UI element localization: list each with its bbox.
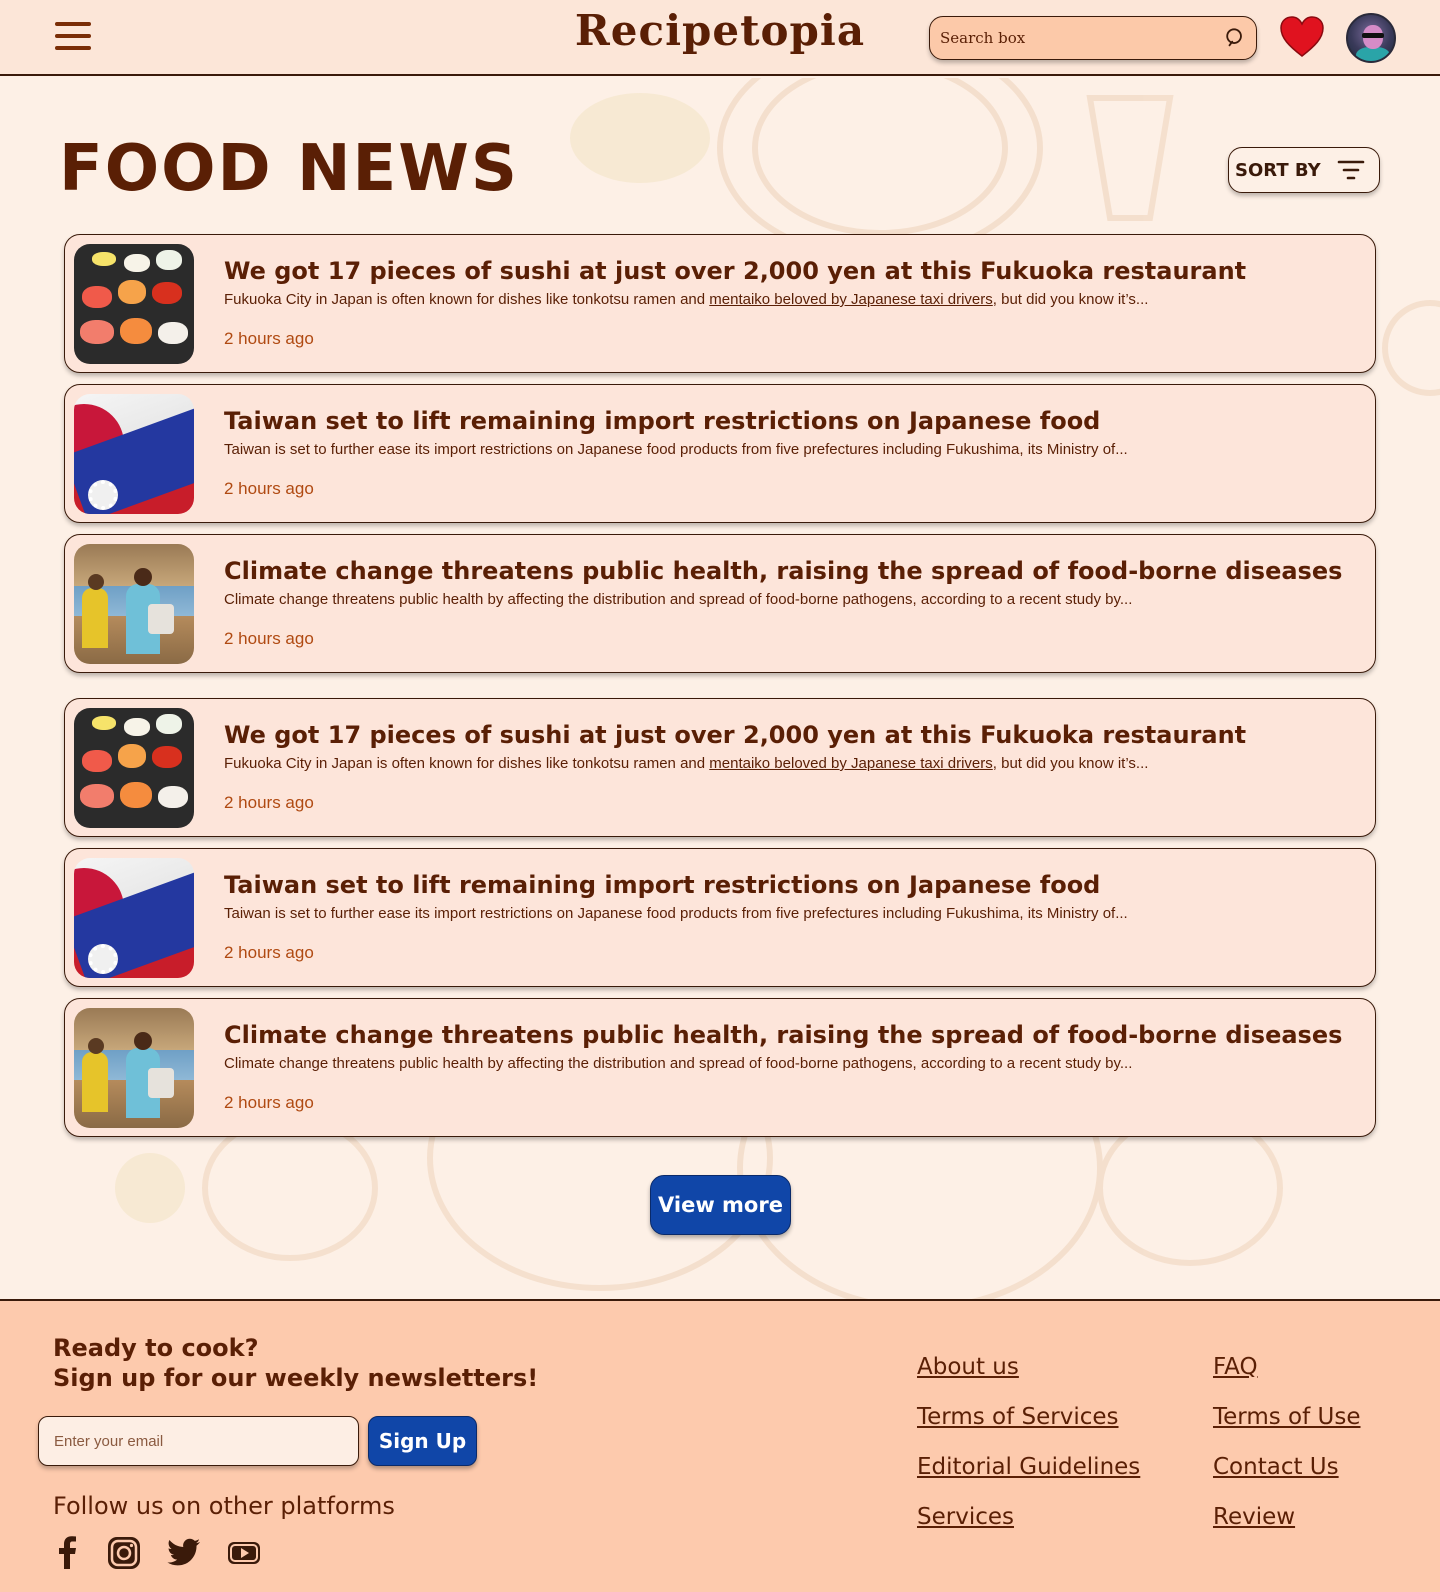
news-description: Fukuoka City in Japan is often known for…: [224, 755, 1149, 772]
news-card[interactable]: Climate change threatens public health, …: [64, 998, 1376, 1137]
follow-us-label: Follow us on other platforms: [53, 1492, 395, 1520]
news-card[interactable]: We got 17 pieces of sushi at just over 2…: [64, 234, 1376, 373]
facebook-icon[interactable]: [50, 1535, 86, 1571]
news-title[interactable]: Taiwan set to lift remaining import rest…: [224, 407, 1364, 435]
news-timestamp: 2 hours ago: [224, 1093, 314, 1112]
search-input[interactable]: [940, 17, 1210, 58]
news-thumbnail-sushi: [74, 244, 194, 364]
news-inline-link[interactable]: mentaiko beloved by Japanese taxi driver…: [709, 755, 993, 772]
news-timestamp: 2 hours ago: [224, 793, 314, 812]
news-title[interactable]: Climate change threatens public health, …: [224, 1021, 1364, 1049]
footer-link-contact-us[interactable]: Contact Us: [1213, 1454, 1339, 1480]
news-timestamp: 2 hours ago: [224, 943, 314, 962]
site-footer: Ready to cook? Sign up for our weekly ne…: [0, 1299, 1440, 1592]
news-description: Taiwan is set to further ease its import…: [224, 905, 1128, 922]
view-more-button[interactable]: View more: [650, 1175, 791, 1235]
footer-link-services[interactable]: Services: [917, 1504, 1014, 1530]
newsletter-heading: Ready to cook? Sign up for our weekly ne…: [53, 1333, 538, 1393]
news-thumbnail-market: [74, 544, 194, 664]
search-box[interactable]: [929, 16, 1257, 60]
news-card[interactable]: Taiwan set to lift remaining import rest…: [64, 384, 1376, 523]
news-thumbnail-market: [74, 1008, 194, 1128]
youtube-icon[interactable]: [226, 1535, 262, 1571]
newsletter-heading-line1: Ready to cook?: [53, 1334, 259, 1362]
news-description: Fukuoka City in Japan is often known for…: [224, 291, 1149, 308]
footer-link-terms-of-services[interactable]: Terms of Services: [917, 1404, 1119, 1430]
news-thumbnail-flags: [74, 858, 194, 978]
news-card[interactable]: Taiwan set to lift remaining import rest…: [64, 848, 1376, 987]
news-card[interactable]: Climate change threatens public health, …: [64, 534, 1376, 673]
news-timestamp: 2 hours ago: [224, 479, 314, 498]
news-title[interactable]: We got 17 pieces of sushi at just over 2…: [224, 257, 1364, 285]
sign-up-button[interactable]: Sign Up: [368, 1416, 477, 1466]
news-thumbnail-sushi: [74, 708, 194, 828]
twitter-icon[interactable]: [166, 1535, 202, 1571]
news-title[interactable]: Taiwan set to lift remaining import rest…: [224, 871, 1364, 899]
newsletter-heading-line2: Sign up for our weekly newsletters!: [53, 1364, 539, 1392]
search-icon[interactable]: [1224, 27, 1246, 49]
hamburger-menu-icon[interactable]: [55, 22, 91, 52]
footer-link-editorial-guidelines[interactable]: Editorial Guidelines: [917, 1454, 1140, 1480]
user-avatar[interactable]: [1346, 13, 1396, 63]
news-title[interactable]: Climate change threatens public health, …: [224, 557, 1364, 585]
news-timestamp: 2 hours ago: [224, 329, 314, 348]
footer-link-review[interactable]: Review: [1213, 1504, 1295, 1530]
news-title[interactable]: We got 17 pieces of sushi at just over 2…: [224, 721, 1364, 749]
news-timestamp: 2 hours ago: [224, 629, 314, 648]
filter-lines-icon: [1337, 160, 1365, 180]
favorites-heart-icon[interactable]: [1279, 16, 1325, 58]
page-title: FOOD NEWS: [59, 132, 519, 206]
news-description: Climate change threatens public health b…: [224, 1055, 1133, 1072]
sort-by-button[interactable]: SORT BY: [1228, 147, 1380, 193]
instagram-icon[interactable]: [106, 1535, 142, 1571]
news-inline-link[interactable]: mentaiko beloved by Japanese taxi driver…: [709, 291, 993, 308]
footer-link-faq[interactable]: FAQ: [1213, 1354, 1258, 1380]
top-navigation-bar: Recipetopia: [0, 0, 1440, 76]
footer-link-terms-of-use[interactable]: Terms of Use: [1213, 1404, 1361, 1430]
news-description: Taiwan is set to further ease its import…: [224, 441, 1128, 458]
news-card[interactable]: We got 17 pieces of sushi at just over 2…: [64, 698, 1376, 837]
email-field[interactable]: [38, 1416, 359, 1466]
sort-by-label: SORT BY: [1235, 159, 1321, 181]
news-thumbnail-flags: [74, 394, 194, 514]
news-description: Climate change threatens public health b…: [224, 591, 1133, 608]
footer-link-about-us[interactable]: About us: [917, 1354, 1019, 1380]
